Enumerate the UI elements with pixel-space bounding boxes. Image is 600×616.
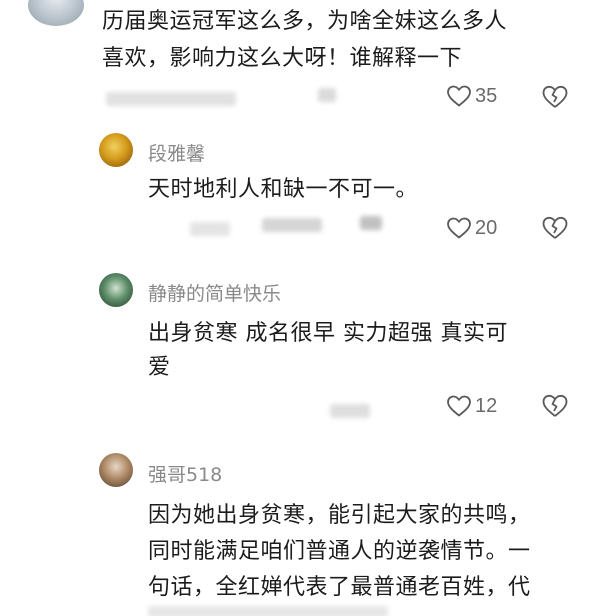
comment-username[interactable]: 静静的简单快乐 [148, 279, 281, 306]
broken-heart-icon[interactable] [541, 393, 569, 419]
avatar[interactable] [99, 133, 133, 167]
comment-text: 出身贫寒 成名很早 实力超强 真实可 爱 [148, 321, 508, 380]
broken-heart-icon[interactable] [541, 84, 569, 110]
like-button[interactable]: 20 [446, 216, 497, 240]
avatar[interactable] [99, 453, 133, 487]
like-count: 35 [475, 84, 498, 107]
like-count: 12 [475, 394, 498, 417]
comment-meta [360, 216, 382, 230]
comment-text: 因为她出身贫寒，能引起大家的共鸣， 同时能满足咱们普通人的逆袭情节。一 句话，全… [148, 503, 531, 600]
heart-outline-icon [447, 217, 471, 239]
comment-meta [262, 218, 322, 232]
avatar[interactable] [99, 273, 133, 307]
comment-meta [190, 222, 230, 236]
comment-text: 历届奥运冠军这么多，为啥全妹这么多人 喜欢，影响力这么大呀！谁解释一下 [102, 9, 508, 71]
like-button[interactable]: 12 [446, 394, 497, 418]
avatar[interactable] [28, 0, 84, 26]
comment-meta [318, 88, 336, 102]
heart-outline-icon [447, 85, 471, 107]
broken-heart-icon[interactable] [541, 215, 569, 241]
heart-outline-icon [447, 395, 471, 417]
comment-meta [148, 606, 388, 616]
comment-meta [330, 404, 370, 418]
comment-username[interactable]: 强哥518 [148, 460, 222, 487]
comment-username[interactable]: 段雅馨 [148, 139, 205, 166]
like-button[interactable]: 35 [446, 84, 497, 108]
comment-meta [106, 92, 236, 106]
like-count: 20 [475, 216, 498, 239]
comment-text: 天时地利人和缺一不可一。 [148, 177, 419, 202]
